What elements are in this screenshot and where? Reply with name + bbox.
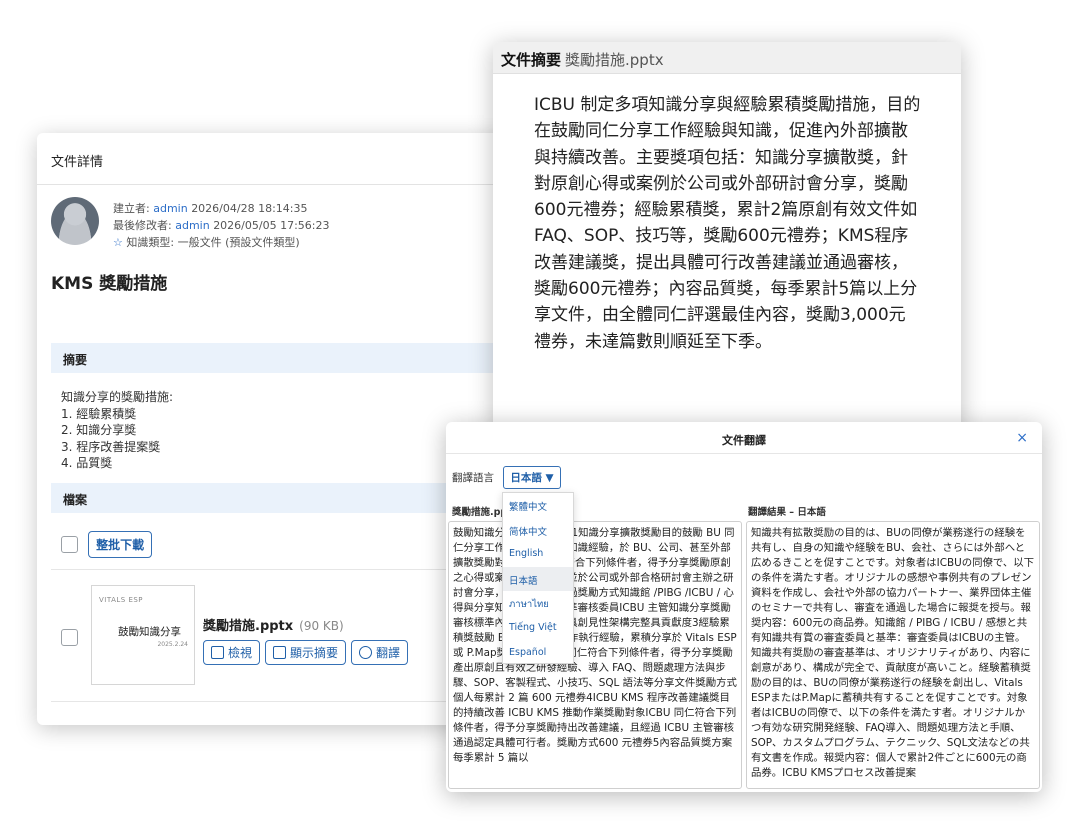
summary-line: 4. 品質獎	[61, 456, 113, 470]
batch-row: 整批下載	[61, 531, 153, 558]
translation-modal-title: 文件翻譯	[446, 422, 1042, 454]
star-icon: ☆	[113, 236, 123, 249]
globe-icon	[359, 646, 373, 659]
view-button[interactable]: 檢視	[203, 640, 261, 665]
language-select[interactable]: 日本語 ▼	[503, 466, 561, 489]
language-row: 翻譯語言 日本語 ▼	[452, 466, 561, 489]
language-option[interactable]: Tiếng Việt	[503, 616, 573, 641]
summary-section-header: 摘要	[51, 343, 557, 373]
modifier-label: 最後修改者:	[113, 219, 172, 232]
select-all-checkbox[interactable]	[61, 536, 78, 553]
summary-line: 2. 知識分享獎	[61, 423, 137, 437]
file-thumbnail[interactable]: VITALS ESP 鼓勵知識分享 2025.2.24	[91, 585, 195, 685]
file-checkbox[interactable]	[61, 629, 78, 646]
meta-lines: 建立者: admin 2026/04/28 18:14:35 最後修改者: ad…	[113, 200, 330, 251]
modifier-line: 最後修改者: admin 2026/05/05 17:56:23	[113, 217, 330, 234]
result-label: 翻譯結果 – 日本語	[748, 507, 826, 518]
file-name: 獎勵措施.pptx (90 KB)	[203, 615, 344, 634]
modifier-link[interactable]: admin	[175, 219, 209, 232]
creator-link[interactable]: admin	[153, 202, 187, 215]
document-icon	[273, 646, 287, 659]
details-header: 文件詳情	[37, 133, 557, 185]
knowledge-type-line: ☆ 知識類型: 一般文件 (預設文件類型)	[113, 234, 330, 251]
summary-text: 知識分享的獎勵措施: 1. 經驗累積獎 2. 知識分享獎 3. 程序改善提案獎 …	[61, 389, 173, 472]
language-option-selected[interactable]: 日本語	[503, 566, 573, 592]
summary-line: 1. 經驗累積獎	[61, 406, 137, 421]
file-actions: 檢視 顯示摘要 翻譯	[203, 640, 413, 665]
summary-panel-title: 文件摘要	[501, 51, 562, 69]
file-size: (90 KB)	[299, 619, 344, 633]
view-icon	[211, 646, 224, 659]
language-option[interactable]: ภาษาไทย	[503, 591, 573, 616]
language-option[interactable]: Español	[503, 641, 573, 666]
thumbnail-date: 2025.2.24	[157, 641, 188, 648]
translate-button[interactable]: 翻譯	[351, 640, 409, 665]
translation-modal: 文件翻譯 × 翻譯語言 日本語 ▼ 獎勵措施.pptx 翻譯結果 – 日本語 鼓…	[446, 422, 1042, 792]
file-name-text[interactable]: 獎勵措施.pptx	[203, 619, 293, 634]
thumbnail-logo: VITALS ESP	[99, 596, 144, 604]
show-summary-label: 顯示摘要	[290, 646, 339, 660]
view-label: 檢視	[228, 646, 253, 660]
document-meta: 建立者: admin 2026/04/28 18:14:35 最後修改者: ad…	[51, 197, 531, 257]
created-at: 2026/04/28 18:14:35	[191, 202, 308, 215]
language-label: 翻譯語言	[452, 472, 494, 484]
knowledge-type: 知識類型: 一般文件 (預設文件類型)	[126, 236, 300, 249]
creator-label: 建立者:	[113, 202, 150, 215]
language-dropdown: 繁體中文 简体中文 English 日本語 ภาษาไทย Tiếng Việt…	[502, 492, 574, 664]
language-option[interactable]: 简体中文	[503, 518, 573, 543]
summary-panel-filename: 獎勵措施.pptx	[565, 51, 664, 69]
avatar	[51, 197, 99, 245]
summary-body: ICBU 制定多項知識分享與經驗累積獎勵措施，目的在鼓勵同仁分享工作經驗與知識，…	[534, 95, 921, 352]
language-option[interactable]: 繁體中文	[503, 493, 573, 518]
summary-panel-header: 文件摘要 獎勵措施.pptx	[493, 42, 961, 74]
show-summary-button[interactable]: 顯示摘要	[265, 640, 347, 665]
creator-line: 建立者: admin 2026/04/28 18:14:35	[113, 200, 330, 217]
batch-download-button[interactable]: 整批下載	[88, 531, 153, 558]
modified-at: 2026/05/05 17:56:23	[213, 219, 330, 232]
language-option[interactable]: English	[503, 542, 573, 567]
translate-label: 翻譯	[376, 646, 401, 660]
summary-line: 3. 程序改善提案獎	[61, 439, 161, 454]
close-icon[interactable]: ×	[1016, 430, 1028, 446]
page-title: KMS 獎勵措施	[51, 274, 168, 294]
thumbnail-title: 鼓勵知識分享	[118, 626, 181, 638]
screen: 文件詳情 建立者: admin 2026/04/28 18:14:35 最後修改…	[0, 0, 1080, 823]
summary-line: 知識分享的獎勵措施:	[61, 390, 174, 404]
document-summary-panel: 文件摘要 獎勵措施.pptx ICBU 制定多項知識分享與經驗累積獎勵措施，目的在…	[493, 42, 961, 436]
source-text-box[interactable]: 鼓勵知識分享 2025.2.241知識分享擴散獎勵目的鼓勵 BU 同仁分享工作經…	[448, 521, 742, 789]
result-text-box[interactable]: 知識共有拡散奨励の目的は、BUの同僚が業務遂行の経験を共有し、自身の知識や経験を…	[746, 521, 1040, 789]
